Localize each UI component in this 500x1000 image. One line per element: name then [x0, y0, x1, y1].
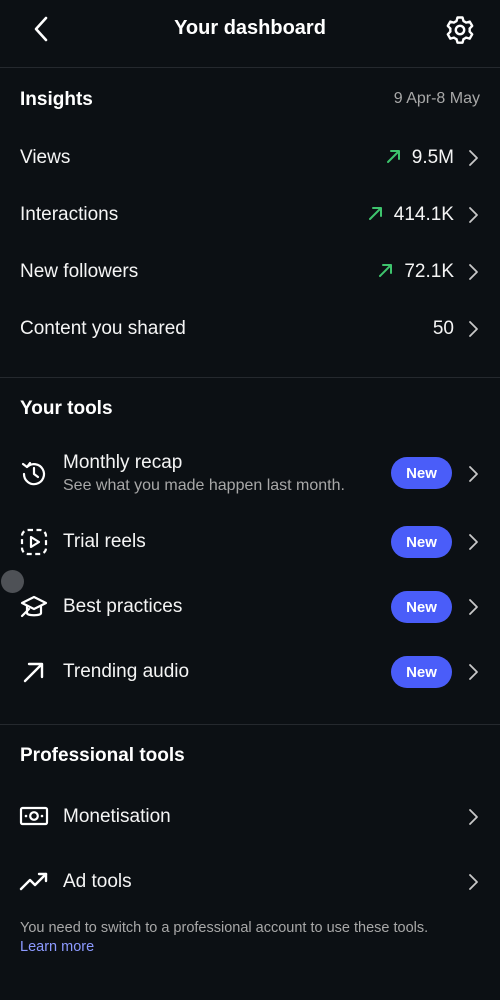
new-badge: New — [391, 591, 452, 623]
chevron-right-icon — [469, 466, 478, 482]
chevron-right-icon — [469, 874, 478, 890]
tool-label: Monthly recap — [63, 452, 183, 473]
insight-value-text: 72.1K — [404, 261, 454, 282]
tool-label: Ad tools — [63, 871, 132, 892]
header-bar: Your dashboard — [0, 0, 500, 68]
insight-value: 414.1K — [368, 204, 454, 226]
arrow-up-right-icon — [379, 263, 393, 277]
money-icon — [18, 800, 50, 832]
chevron-right-icon — [469, 534, 478, 550]
arrow-up-right-icon — [18, 656, 50, 688]
new-badge: New — [391, 457, 452, 489]
touch-indicator — [1, 570, 24, 593]
graduation-cap-icon — [18, 591, 50, 623]
tool-label: Trial reels — [63, 531, 146, 552]
tool-label: Best practices — [63, 596, 183, 617]
tool-sublabel: See what you made happen last month. — [63, 477, 345, 494]
tool-label: Monetisation — [63, 806, 171, 827]
insight-value: 72.1K — [378, 261, 454, 283]
insight-label: Views — [20, 147, 71, 168]
tool-row-monetisation[interactable]: Monetisation — [0, 790, 500, 842]
insight-label: Content you shared — [20, 318, 186, 339]
section-divider — [0, 377, 500, 378]
tool-label: Trending audio — [63, 661, 190, 682]
insight-row-views[interactable]: Views 9.5M — [0, 129, 500, 186]
section-divider — [0, 724, 500, 725]
insight-label: New followers — [20, 261, 139, 282]
settings-button[interactable] — [444, 14, 476, 46]
professional-tools-footnote: You need to switch to a professional acc… — [20, 919, 480, 957]
insight-row-interactions[interactable]: Interactions 414.1K — [0, 186, 500, 243]
insight-row-new-followers[interactable]: New followers 72.1K — [0, 243, 500, 300]
reels-icon — [18, 526, 50, 558]
chevron-right-icon — [469, 809, 478, 825]
insights-title: Insights — [20, 89, 93, 110]
tool-row-trial-reels[interactable]: Trial reels New — [0, 516, 500, 568]
insight-value: 9.5M — [386, 147, 454, 169]
new-badge: New — [391, 656, 452, 688]
footnote-text: You need to switch to a professional acc… — [20, 920, 429, 936]
gear-icon — [446, 16, 474, 44]
arrow-up-right-icon — [386, 149, 400, 163]
history-icon — [18, 458, 50, 490]
tool-row-best-practices[interactable]: Best practices New — [0, 581, 500, 633]
page-title: Your dashboard — [174, 17, 326, 39]
new-badge: New — [391, 526, 452, 558]
your-tools-title: Your tools — [20, 398, 113, 419]
tool-row-monthly-recap[interactable]: Monthly recap See what you made happen l… — [0, 445, 500, 505]
chevron-right-icon — [469, 664, 478, 680]
learn-more-link[interactable]: Learn more — [20, 938, 480, 957]
insight-value-text: 50 — [432, 318, 454, 339]
insight-label: Interactions — [20, 204, 119, 225]
date-range[interactable]: 9 Apr-8 May — [394, 90, 480, 108]
trending-up-icon — [18, 865, 50, 897]
insight-row-content-shared[interactable]: Content you shared 50 — [0, 300, 500, 357]
chevron-right-icon — [469, 207, 478, 223]
tool-row-ad-tools[interactable]: Ad tools — [0, 855, 500, 907]
tool-row-trending-audio[interactable]: Trending audio New — [0, 646, 500, 698]
chevron-right-icon — [469, 321, 478, 337]
insight-value: 50 — [433, 318, 454, 340]
chevron-right-icon — [469, 150, 478, 166]
professional-tools-title: Professional tools — [20, 745, 185, 766]
chevron-right-icon — [469, 599, 478, 615]
insight-value-text: 9.5M — [411, 147, 454, 168]
insight-value-text: 414.1K — [393, 204, 454, 225]
arrow-up-right-icon — [368, 206, 382, 220]
chevron-right-icon — [469, 264, 478, 280]
